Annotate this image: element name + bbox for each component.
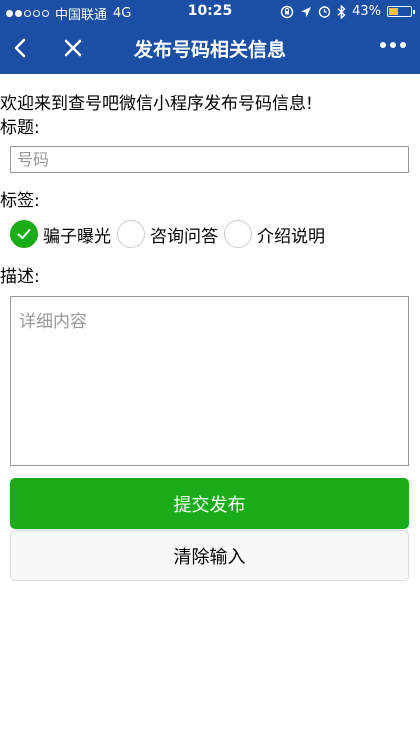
- battery-percent: 43%: [352, 4, 381, 19]
- status-right: 43%: [280, 4, 415, 19]
- bluetooth-icon: [337, 4, 346, 19]
- checkmark-icon: [17, 229, 31, 239]
- title-label: 标题:: [0, 118, 40, 138]
- welcome-text: 欢迎来到查号吧微信小程序发布号码信息!: [0, 94, 313, 114]
- tag-label: 骗子曝光: [43, 226, 111, 247]
- tag-radio-group: 骗子曝光 咨询问答 介绍说明: [10, 220, 331, 248]
- navigation-bar: 发布号码相关信息: [0, 24, 420, 74]
- description-textarea[interactable]: [10, 296, 409, 466]
- page-title: 发布号码相关信息: [133, 39, 286, 61]
- alarm-icon: [318, 6, 331, 18]
- clear-button[interactable]: 清除输入: [10, 530, 409, 581]
- submit-button[interactable]: 提交发布: [10, 478, 409, 529]
- title-input[interactable]: [10, 146, 409, 173]
- desc-label: 描述:: [0, 267, 40, 287]
- radio-unchecked-icon[interactable]: [224, 220, 252, 248]
- tag-option-qa[interactable]: 咨询问答: [117, 220, 218, 248]
- tag-option-scam[interactable]: 骗子曝光: [10, 220, 111, 248]
- tags-label: 标签:: [0, 191, 40, 211]
- radio-checked-icon[interactable]: [10, 220, 38, 248]
- more-icon[interactable]: [380, 42, 406, 48]
- battery-icon: [387, 6, 415, 17]
- tag-label: 咨询问答: [150, 226, 218, 247]
- header: 中国联通 4G 10:25 43% 发布号码相关信息: [0, 0, 420, 74]
- orientation-lock-icon: [280, 5, 294, 18]
- battery-fill: [389, 8, 399, 15]
- radio-unchecked-icon[interactable]: [117, 220, 145, 248]
- tag-option-intro[interactable]: 介绍说明: [224, 220, 325, 248]
- tag-label: 介绍说明: [257, 226, 325, 247]
- location-icon: [301, 6, 312, 17]
- status-bar: 中国联通 4G 10:25 43%: [0, 0, 420, 24]
